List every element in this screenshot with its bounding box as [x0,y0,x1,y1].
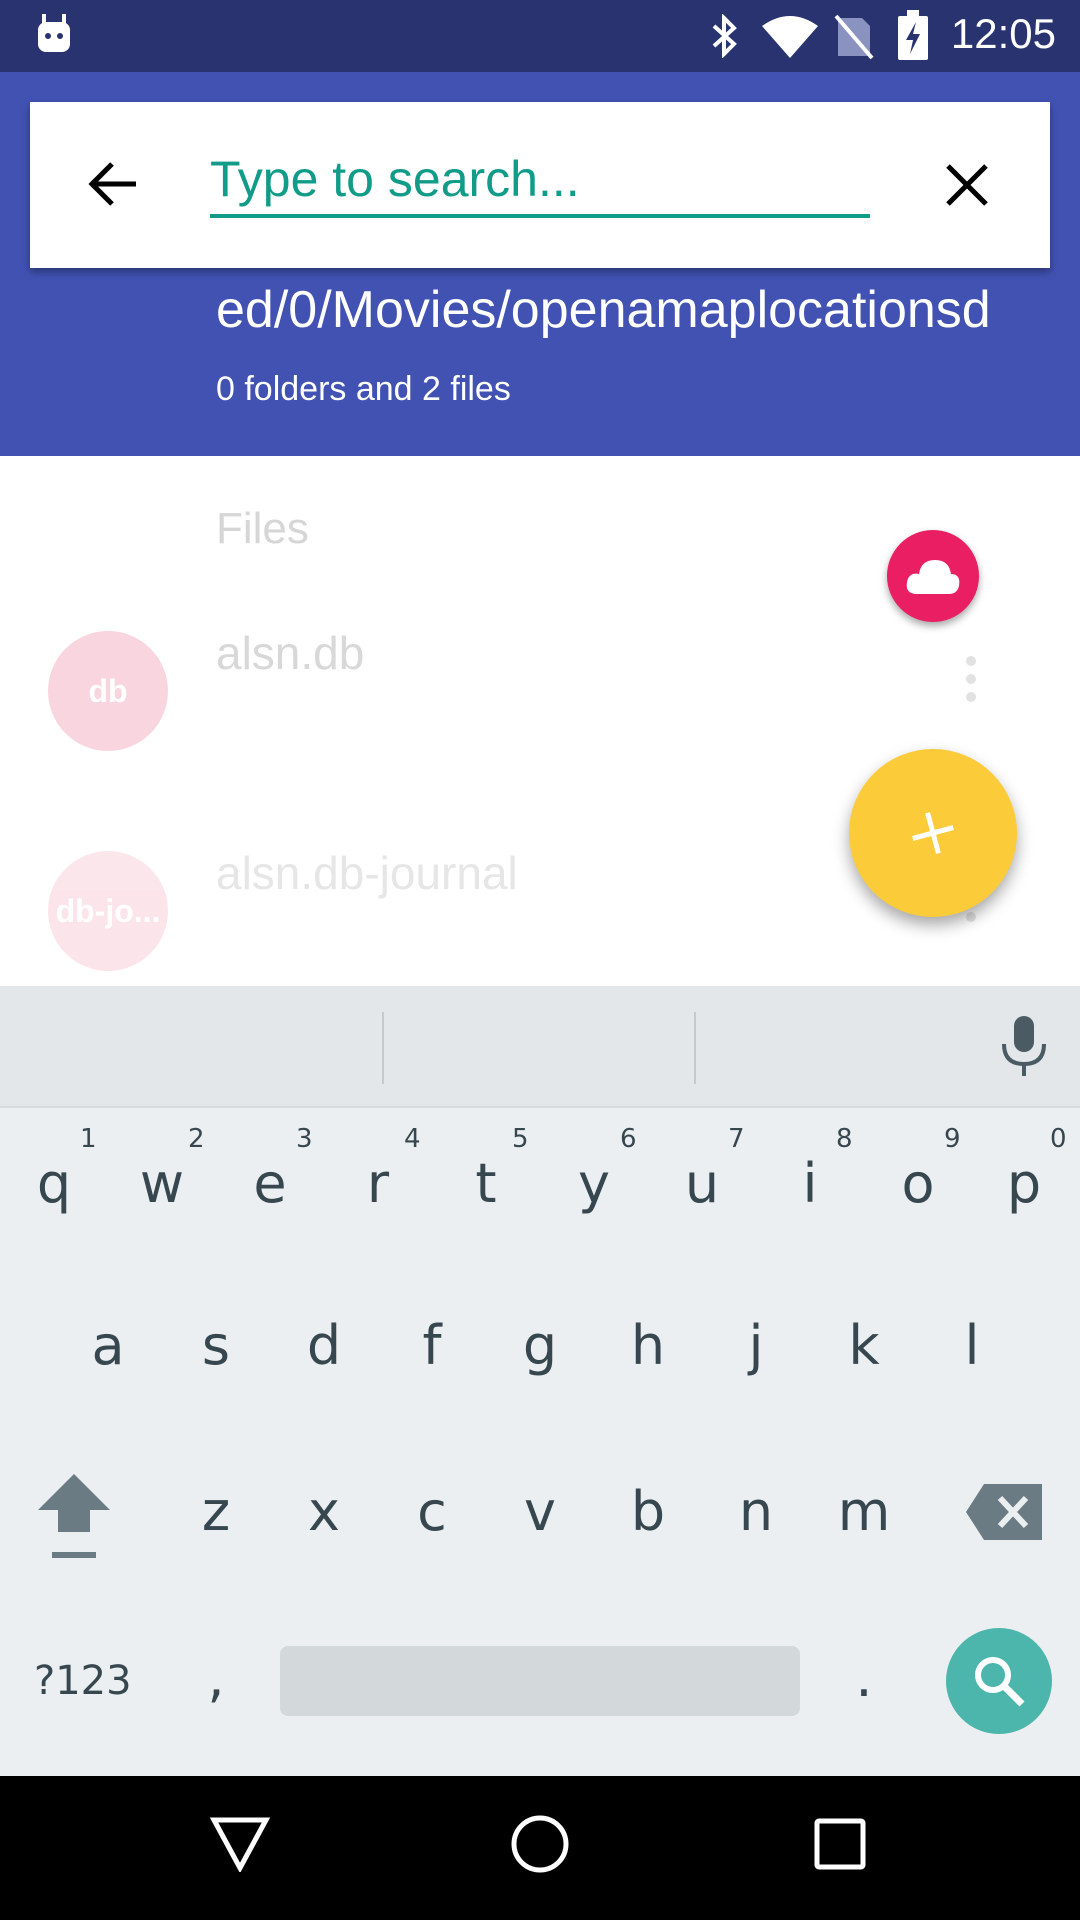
key-t[interactable]: 5t [436,1114,536,1254]
key-p[interactable]: 0p [974,1114,1074,1254]
key-label: o [901,1152,935,1215]
close-icon[interactable] [942,160,992,210]
space-key[interactable] [280,1646,800,1716]
key-label: y [578,1152,610,1215]
key-g[interactable]: g [490,1314,590,1377]
keyboard-row-3: z x c v b n m [0,1442,1080,1572]
key-b[interactable]: b [598,1480,698,1543]
suggestion-divider [694,1012,696,1084]
key-hint: 4 [404,1124,421,1154]
search-input[interactable] [210,144,870,218]
key-r[interactable]: 4r [328,1114,428,1254]
key-h[interactable]: h [598,1314,698,1377]
cloud-icon [906,560,960,594]
key-label: w [139,1152,185,1215]
suggestion-strip [0,986,1080,1108]
soft-keyboard: 1q 2w 3e 4r 5t 6y 7u 8i 9o 0p a s d f g … [0,986,1080,1776]
suggestion-divider [382,1012,384,1084]
key-s[interactable]: s [166,1314,266,1377]
keyboard-row-2: a s d f g h j k l [0,1276,1080,1406]
key-o[interactable]: 9o [868,1114,968,1254]
key-label: r [366,1152,390,1215]
key-hint: 3 [296,1124,313,1154]
key-hint: 0 [1050,1124,1067,1154]
key-label: q [36,1152,72,1215]
key-hint: 5 [512,1124,529,1154]
shift-icon [38,1474,110,1558]
key-k[interactable]: k [814,1314,914,1377]
key-label: i [802,1152,818,1215]
key-w[interactable]: 2w [112,1114,212,1254]
section-header-files: Files [216,504,309,553]
key-l[interactable]: l [922,1314,1022,1377]
battery-charging-icon [898,10,928,64]
shift-key[interactable] [36,1474,116,1566]
backspace-key[interactable] [966,1484,1042,1540]
key-v[interactable]: v [490,1480,590,1543]
add-fab-button[interactable] [849,749,1017,917]
file-type-avatar: db-jo... [48,851,168,971]
file-type-avatar: db [48,631,168,751]
cloud-fab-button[interactable] [887,530,979,622]
key-c[interactable]: c [382,1480,482,1543]
key-x[interactable]: x [274,1480,374,1543]
wifi-icon [762,16,818,62]
backspace-icon [966,1484,1042,1540]
key-i[interactable]: 8i [760,1114,860,1254]
navigation-bar [0,1776,1080,1920]
key-u[interactable]: 7u [652,1114,752,1254]
key-hint: 1 [80,1124,97,1154]
key-n[interactable]: n [706,1480,806,1543]
key-y[interactable]: 6y [544,1114,644,1254]
home-nav-icon[interactable] [510,1814,570,1878]
no-sim-icon [834,14,874,64]
back-nav-icon[interactable] [209,1816,271,1876]
key-e[interactable]: 3e [220,1114,320,1254]
key-label: p [1006,1152,1042,1215]
search-action-key[interactable] [946,1628,1052,1734]
more-vert-icon[interactable] [966,656,978,710]
key-hint: 8 [836,1124,853,1154]
key-label: e [253,1152,287,1215]
bluetooth-icon [710,13,740,62]
current-path-text: ed/0/Movies/openamaplocationsd [216,281,991,339]
search-bar [30,102,1050,268]
key-q[interactable]: 1q [4,1114,104,1254]
key-label: t [475,1152,497,1215]
key-d[interactable]: d [274,1314,374,1377]
file-name: alsn.db [216,627,365,679]
microphone-icon[interactable] [1000,1016,1048,1082]
key-m[interactable]: m [814,1480,914,1543]
recents-nav-icon[interactable] [814,1818,866,1874]
key-hint: 2 [188,1124,205,1154]
file-name: alsn.db-journal [216,847,518,899]
key-hint: 9 [944,1124,961,1154]
status-bar: 12:05 [0,0,1080,72]
comma-key[interactable]: , [166,1646,266,1709]
current-path: ed/0/Movies/openamaplocationsd [216,280,1046,340]
key-label: u [684,1152,720,1215]
period-key[interactable]: . [814,1646,914,1709]
back-arrow-icon[interactable] [84,154,144,214]
key-hint: 6 [620,1124,637,1154]
key-a[interactable]: a [58,1314,158,1377]
search-icon [975,1657,1025,1707]
folder-summary: 0 folders and 2 files [216,370,511,408]
key-z[interactable]: z [166,1480,266,1543]
android-debug-icon [36,14,72,54]
key-f[interactable]: f [382,1314,482,1377]
keyboard-row-1: 1q 2w 3e 4r 5t 6y 7u 8i 9o 0p [0,1114,1080,1254]
key-j[interactable]: j [706,1314,806,1377]
symbols-key[interactable]: ?123 [34,1658,132,1704]
status-time: 12:05 [950,10,1056,57]
key-hint: 7 [728,1124,745,1154]
plus-icon [912,812,954,854]
